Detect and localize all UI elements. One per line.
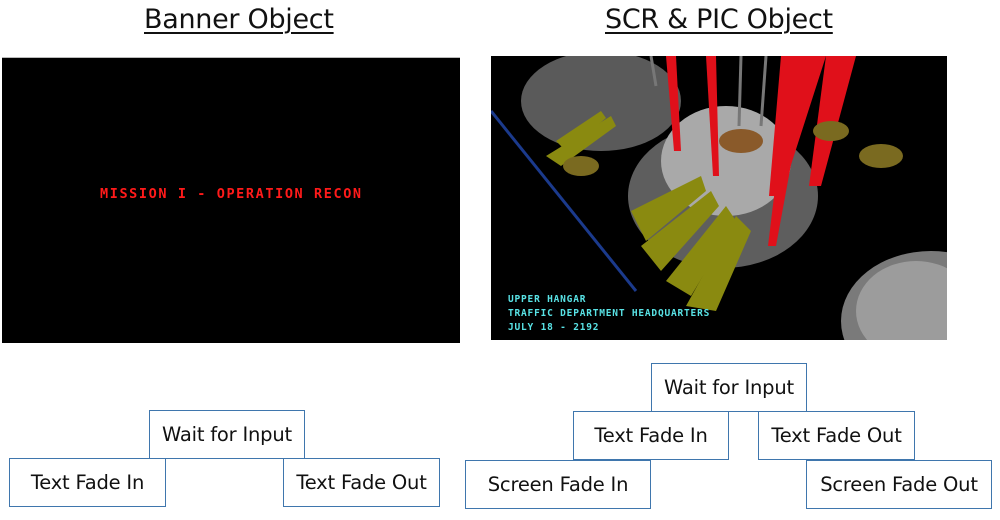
scr-pic-screenshot: UPPER HANGAR TRAFFIC DEPARTMENT HEADQUAR… bbox=[491, 56, 947, 340]
scr-screen-fade-out-box: Screen Fade Out bbox=[806, 460, 992, 509]
caption-line: JULY 18 - 2192 bbox=[508, 322, 600, 333]
banner-wait-for-input-box: Wait for Input bbox=[149, 410, 305, 459]
scr-pic-object-heading: SCR & PIC Object bbox=[605, 4, 833, 35]
scr-text-fade-out-box: Text Fade Out bbox=[758, 411, 915, 460]
scr-wait-for-input-box: Wait for Input bbox=[651, 363, 807, 412]
scr-screen-fade-in-box: Screen Fade In bbox=[465, 460, 651, 509]
banner-screenshot: MISSION I - OPERATION RECON bbox=[2, 57, 460, 343]
scr-text-fade-in-box: Text Fade In bbox=[573, 411, 729, 460]
location-caption: UPPER HANGAR TRAFFIC DEPARTMENT HEADQUAR… bbox=[508, 293, 710, 335]
banner-text-fade-in-box: Text Fade In bbox=[9, 458, 166, 507]
banner-text-fade-out-box: Text Fade Out bbox=[283, 458, 440, 507]
caption-line: TRAFFIC DEPARTMENT HEADQUARTERS bbox=[508, 308, 711, 319]
caption-line: UPPER HANGAR bbox=[508, 294, 587, 305]
banner-object-heading: Banner Object bbox=[144, 4, 334, 35]
banner-mission-text: MISSION I - OPERATION RECON bbox=[100, 186, 363, 202]
